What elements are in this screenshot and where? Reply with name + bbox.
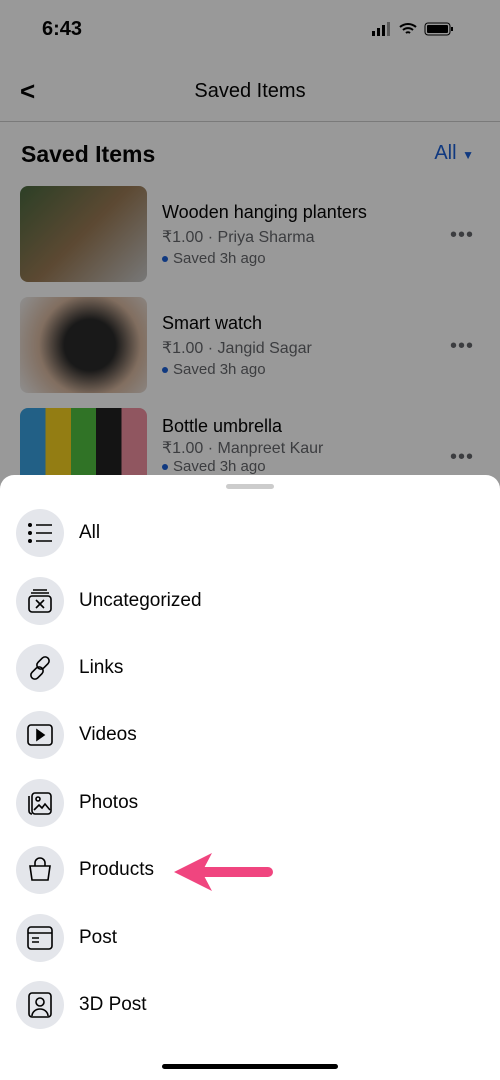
option-videos[interactable]: Videos [16,711,137,759]
option-label: Uncategorized [79,590,202,611]
sheet-grabber[interactable] [226,484,274,489]
shopping-bag-icon [16,846,64,894]
option-post[interactable]: Post [16,914,117,962]
3d-post-icon [16,981,64,1029]
option-links[interactable]: Links [16,644,123,692]
option-label: 3D Post [79,994,147,1015]
option-label: Photos [79,792,139,813]
pink-arrow-annotation [174,853,273,891]
option-label: Post [79,927,118,948]
post-icon [16,914,64,962]
video-icon [16,711,64,759]
option-products[interactable]: Products [16,846,154,894]
photos-icon [16,779,64,827]
option-label: All [79,522,101,543]
option-label: Products [79,859,154,880]
option-photos[interactable]: Photos [16,779,138,827]
option-3d-post[interactable]: 3D Post [16,981,147,1029]
filter-bottom-sheet: All Uncategorized Links Videos Photos Pr… [0,475,500,1080]
option-all[interactable]: All [16,509,100,557]
option-label: Videos [79,724,137,745]
link-icon [16,644,64,692]
uncategorized-icon [16,577,64,625]
option-uncategorized[interactable]: Uncategorized [16,577,202,625]
list-icon [16,509,64,557]
home-indicator [162,1064,338,1069]
option-label: Links [79,657,124,678]
